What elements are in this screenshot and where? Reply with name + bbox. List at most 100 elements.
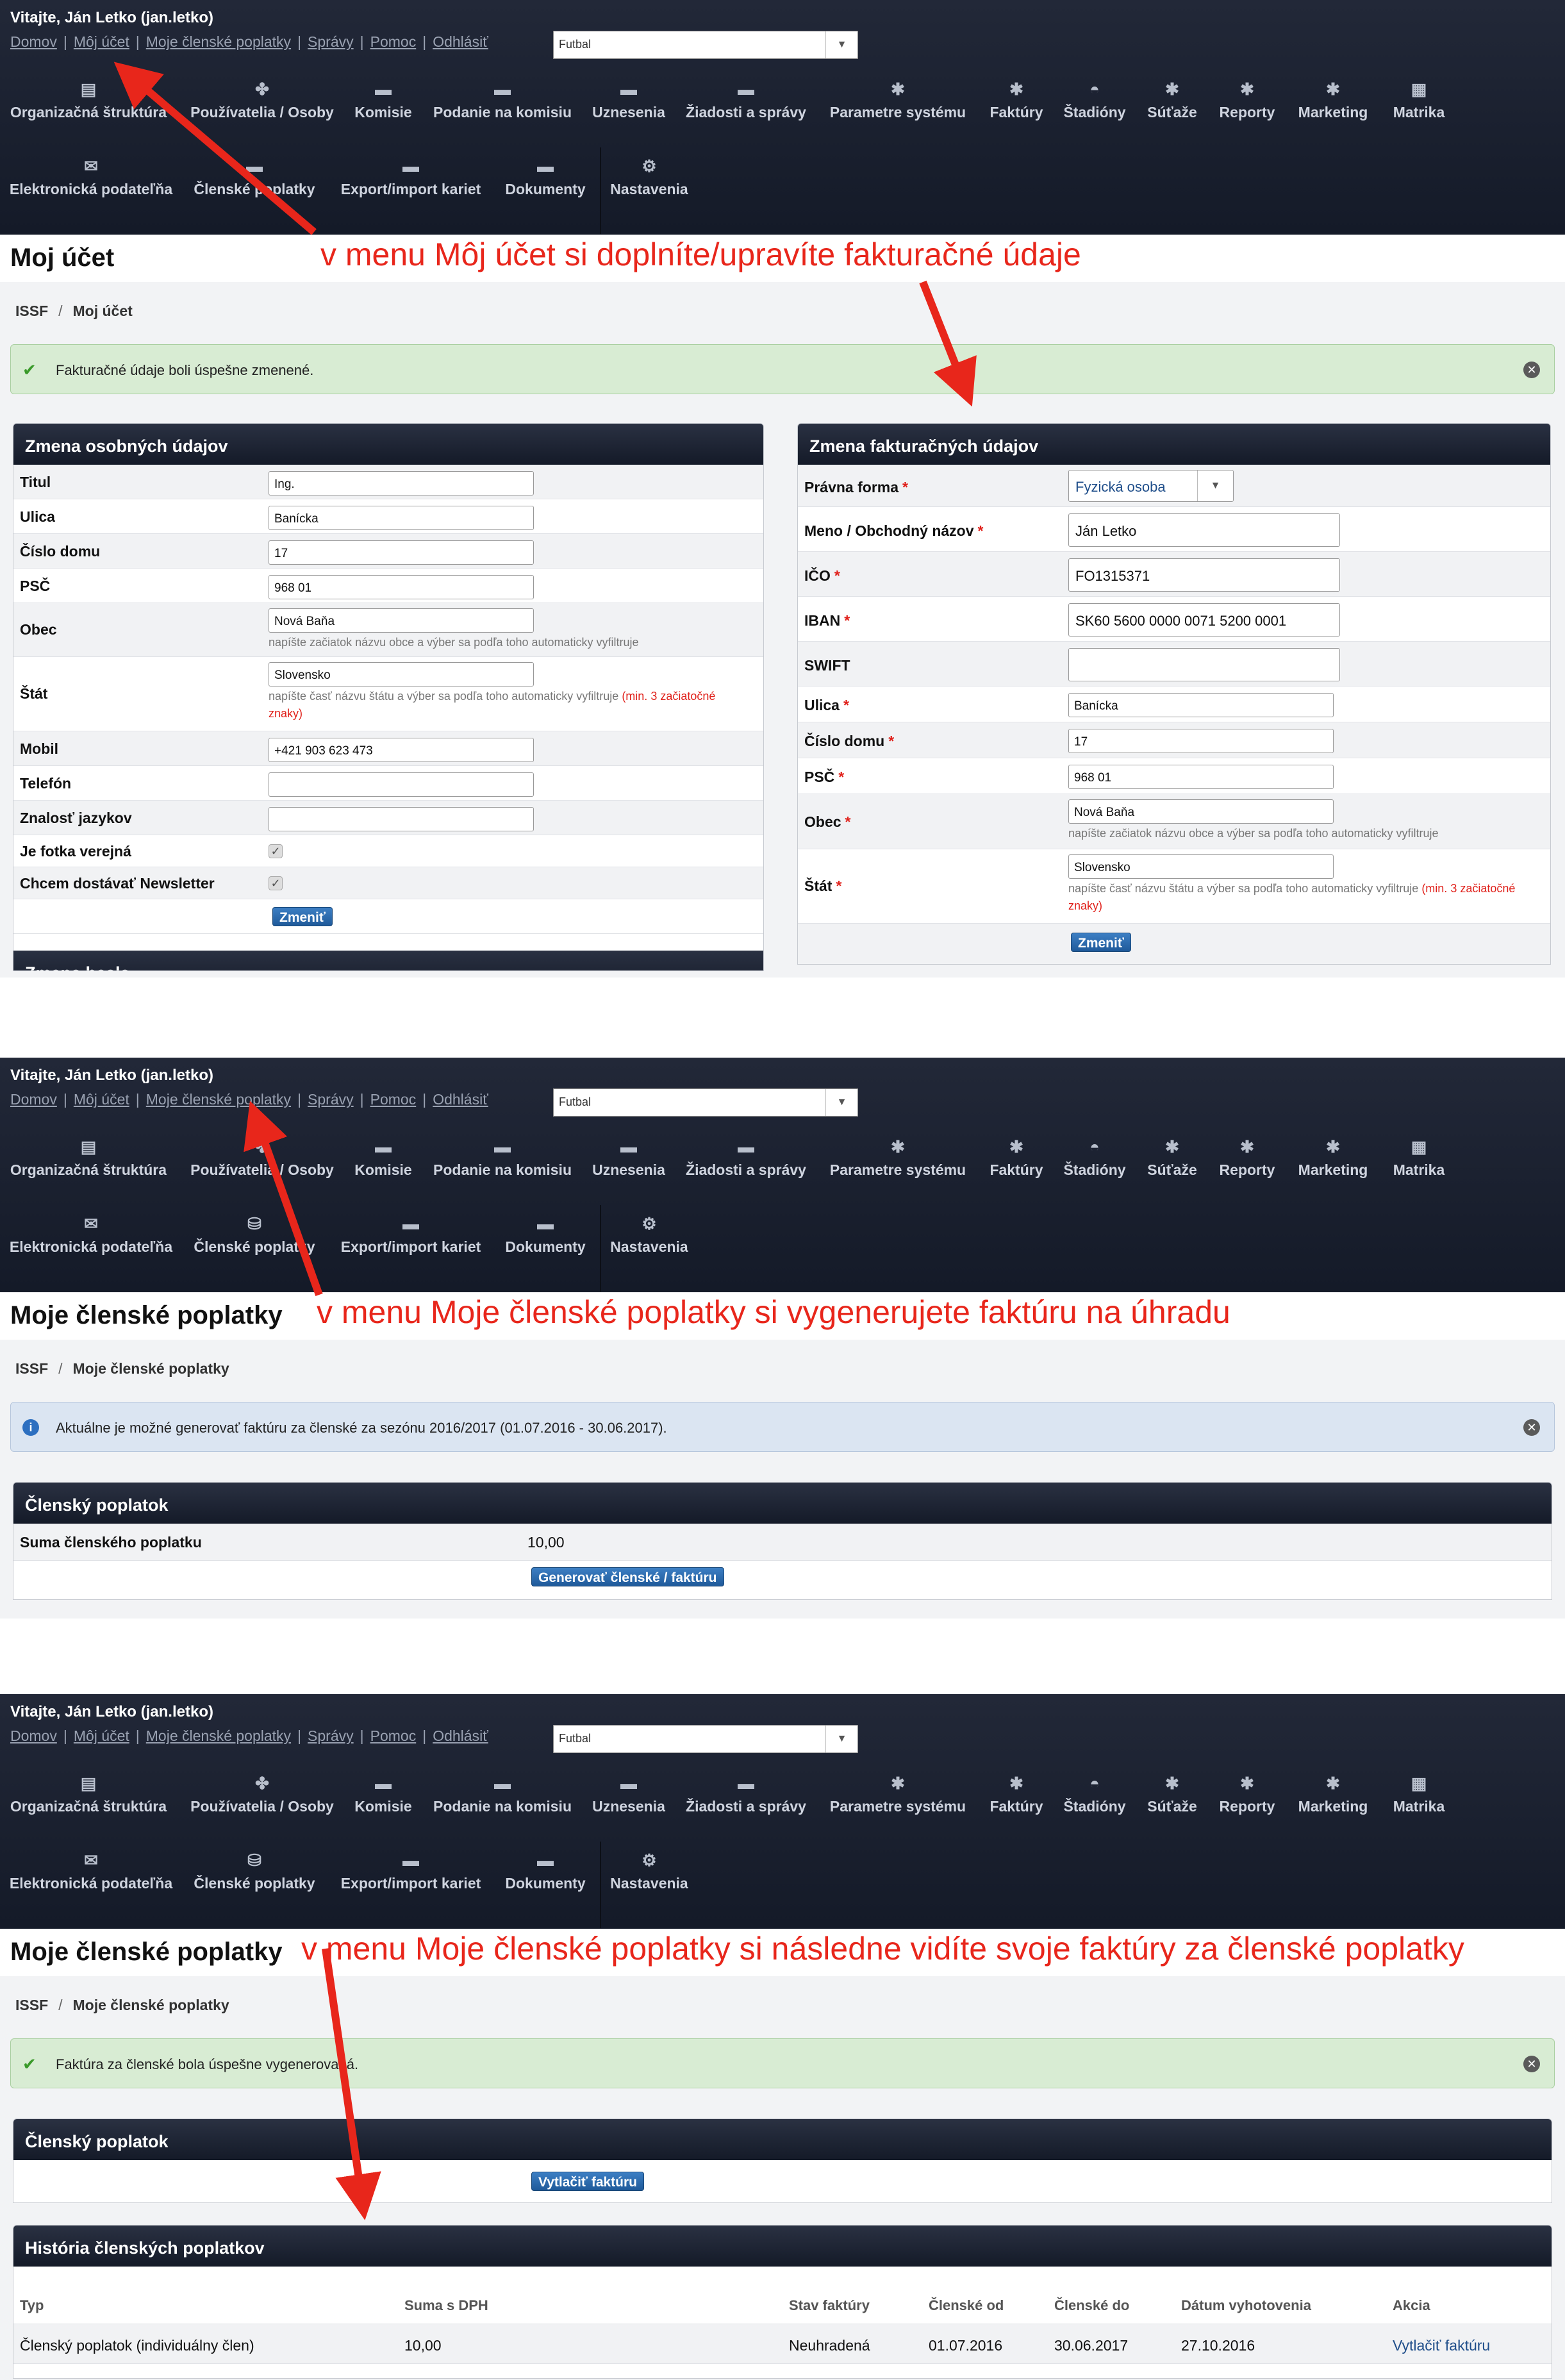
link-moje-clenske-poplatky[interactable]: Moje členské poplatky	[146, 1727, 291, 1745]
link-moj-ucet[interactable]: Môj účet	[74, 1091, 129, 1108]
stat-input[interactable]: Slovensko	[269, 662, 534, 687]
nav-export-import-kariet[interactable]: ▬ Export/import kariet	[335, 1205, 487, 1282]
link-odhlasit[interactable]: Odhlásiť	[433, 33, 488, 51]
nav-uznesenia[interactable]: ▬ Uznesenia	[591, 1765, 667, 1842]
nav-ziadosti-a-spravy[interactable]: ▬ Žiadosti a správy	[684, 1765, 807, 1842]
link-spravy[interactable]: Správy	[308, 1091, 354, 1108]
sport-select[interactable]: Futbal ▼	[553, 31, 858, 59]
nav-komisie[interactable]: ▬ Komisie	[352, 71, 414, 147]
nav-matrika[interactable]: ▦ Matrika	[1387, 1765, 1451, 1842]
link-domov[interactable]: Domov	[10, 33, 57, 51]
close-icon[interactable]: ✕	[1523, 2056, 1540, 2072]
nav-parametre-systemu[interactable]: ✱ Parametre systému	[825, 1128, 970, 1205]
nav-uznesenia[interactable]: ▬ Uznesenia	[591, 71, 667, 147]
fotka-verejna-checkbox[interactable]: ✓	[269, 844, 283, 858]
billing-zmenit-button[interactable]: Zmeniť	[1071, 933, 1131, 952]
mobil-input[interactable]: +421 903 623 473	[269, 738, 534, 762]
billing-obec-input[interactable]: Nová Baňa	[1068, 799, 1334, 824]
nav-parametre-systemu[interactable]: ✱ Parametre systému	[825, 1765, 970, 1842]
ulica-input[interactable]: Banícka	[269, 506, 534, 530]
sport-select[interactable]: Futbal ▼	[553, 1088, 858, 1117]
link-moje-clenske-poplatky[interactable]: Moje členské poplatky	[146, 33, 291, 51]
nav-dokumenty[interactable]: ▬ Dokumenty	[504, 1205, 587, 1282]
nav-sutaze[interactable]: ✱ Súťaže	[1143, 71, 1201, 147]
close-icon[interactable]: ✕	[1523, 1419, 1540, 1436]
nav-ziadosti-a-spravy[interactable]: ▬ Žiadosti a správy	[684, 1128, 807, 1205]
telefon-input[interactable]	[269, 772, 534, 797]
nav-stadiony[interactable]: ◓ Štadióny	[1061, 1128, 1128, 1205]
link-domov[interactable]: Domov	[10, 1727, 57, 1745]
breadcrumb-root[interactable]: ISSF	[15, 1997, 48, 2013]
nav-komisie[interactable]: ▬ Komisie	[352, 1765, 414, 1842]
nav-clenske-poplatky[interactable]: ⛁ Členské poplatky	[191, 1205, 318, 1282]
nav-faktury[interactable]: ✱ Faktúry	[986, 1765, 1047, 1842]
nav-pouzivatelia[interactable]: ✤ Používatelia / Osoby	[187, 1128, 337, 1205]
link-odhlasit[interactable]: Odhlásiť	[433, 1091, 488, 1108]
nav-parametre-systemu[interactable]: ✱ Parametre systému	[825, 71, 970, 147]
breadcrumb-root[interactable]: ISSF	[15, 1360, 48, 1377]
nav-marketing[interactable]: ✱ Marketing	[1293, 1128, 1373, 1205]
nav-faktury[interactable]: ✱ Faktúry	[986, 71, 1047, 147]
nav-elektronicka-podatelna[interactable]: ✉ Elektronická podateľňa	[6, 1205, 176, 1282]
nav-clenske-poplatky[interactable]: ⛁ Členské poplatky	[191, 1842, 318, 1918]
obec-input[interactable]: Nová Baňa	[269, 608, 534, 633]
iban-input[interactable]: SK60 5600 0000 0071 5200 0001	[1068, 603, 1340, 637]
nav-dokumenty[interactable]: ▬ Dokumenty	[504, 1842, 587, 1918]
nav-ziadosti-a-spravy[interactable]: ▬ Žiadosti a správy	[684, 71, 807, 147]
nav-organizacna-struktura[interactable]: ▤ Organizačná štruktúra	[6, 1128, 170, 1205]
sport-select[interactable]: Futbal ▼	[553, 1725, 858, 1753]
nav-export-import-kariet[interactable]: ▬ Export/import kariet	[335, 1842, 487, 1918]
zmenit-button[interactable]: Zmeniť	[272, 907, 333, 926]
nav-elektronicka-podatelna[interactable]: ✉ Elektronická podateľňa	[6, 1842, 176, 1918]
close-icon[interactable]: ✕	[1523, 362, 1540, 378]
nav-marketing[interactable]: ✱ Marketing	[1293, 1765, 1373, 1842]
link-spravy[interactable]: Správy	[308, 33, 354, 51]
nav-reporty[interactable]: ✱ Reporty	[1215, 1765, 1279, 1842]
nav-sutaze[interactable]: ✱ Súťaže	[1143, 1128, 1201, 1205]
nav-organizacna-struktura[interactable]: ▤ Organizačná štruktúra	[6, 1765, 170, 1842]
nav-pouzivatelia[interactable]: ✤ Používatelia / Osoby	[187, 71, 337, 147]
nav-export-import-kariet[interactable]: ▬ Export/import kariet	[335, 147, 487, 224]
link-moj-ucet[interactable]: Môj účet	[74, 1727, 129, 1745]
nav-organizacna-struktura[interactable]: ▤ Organizačná štruktúra	[6, 71, 170, 147]
nav-podanie-na-komisiu[interactable]: ▬ Podanie na komisiu	[431, 71, 574, 147]
link-odhlasit[interactable]: Odhlásiť	[433, 1727, 488, 1745]
znalost-jazykov-input[interactable]	[269, 807, 534, 831]
nav-reporty[interactable]: ✱ Reporty	[1215, 1128, 1279, 1205]
print-invoice-button[interactable]: Vytlačiť faktúru	[531, 2172, 644, 2191]
nav-nastavenia[interactable]: ⚙ Nastavenia	[606, 147, 692, 224]
nav-reporty[interactable]: ✱ Reporty	[1215, 71, 1279, 147]
newsletter-checkbox[interactable]: ✓	[269, 876, 283, 890]
link-pomoc[interactable]: Pomoc	[370, 33, 417, 51]
nav-sutaze[interactable]: ✱ Súťaže	[1143, 1765, 1201, 1842]
link-moj-ucet[interactable]: Môj účet	[74, 33, 129, 51]
meno-input[interactable]: Ján Letko	[1068, 513, 1340, 547]
row-print-invoice-link[interactable]: Vytlačiť faktúru	[1393, 2337, 1490, 2354]
billing-stat-input[interactable]: Slovensko	[1068, 854, 1334, 879]
link-domov[interactable]: Domov	[10, 1091, 57, 1108]
nav-faktury[interactable]: ✱ Faktúry	[986, 1128, 1047, 1205]
link-pomoc[interactable]: Pomoc	[370, 1091, 417, 1108]
nav-elektronicka-podatelna[interactable]: ✉ Elektronická podateľňa	[6, 147, 176, 224]
nav-podanie-na-komisiu[interactable]: ▬ Podanie na komisiu	[431, 1128, 574, 1205]
link-pomoc[interactable]: Pomoc	[370, 1727, 417, 1745]
nav-komisie[interactable]: ▬ Komisie	[352, 1128, 414, 1205]
nav-uznesenia[interactable]: ▬ Uznesenia	[591, 1128, 667, 1205]
breadcrumb-root[interactable]: ISSF	[15, 303, 48, 319]
pravna-forma-select[interactable]: Fyzická osoba ▼	[1068, 470, 1234, 502]
nav-stadiony[interactable]: ◓ Štadióny	[1061, 1765, 1128, 1842]
nav-matrika[interactable]: ▦ Matrika	[1387, 71, 1451, 147]
titul-input[interactable]: Ing.	[269, 471, 534, 495]
nav-nastavenia[interactable]: ⚙ Nastavenia	[606, 1205, 692, 1282]
nav-matrika[interactable]: ▦ Matrika	[1387, 1128, 1451, 1205]
generate-invoice-button[interactable]: Generovať členské / faktúru	[531, 1567, 724, 1586]
nav-stadiony[interactable]: ◓ Štadióny	[1061, 71, 1128, 147]
link-moje-clenske-poplatky[interactable]: Moje členské poplatky	[146, 1091, 291, 1108]
nav-pouzivatelia[interactable]: ✤ Používatelia / Osoby	[187, 1765, 337, 1842]
nav-dokumenty[interactable]: ▬ Dokumenty	[504, 147, 587, 224]
nav-clenske-poplatky[interactable]: ▬ Členské poplatky	[191, 147, 318, 224]
nav-podanie-na-komisiu[interactable]: ▬ Podanie na komisiu	[431, 1765, 574, 1842]
swift-input[interactable]	[1068, 648, 1340, 681]
nav-marketing[interactable]: ✱ Marketing	[1293, 71, 1373, 147]
psc-input[interactable]: 968 01	[269, 575, 534, 599]
